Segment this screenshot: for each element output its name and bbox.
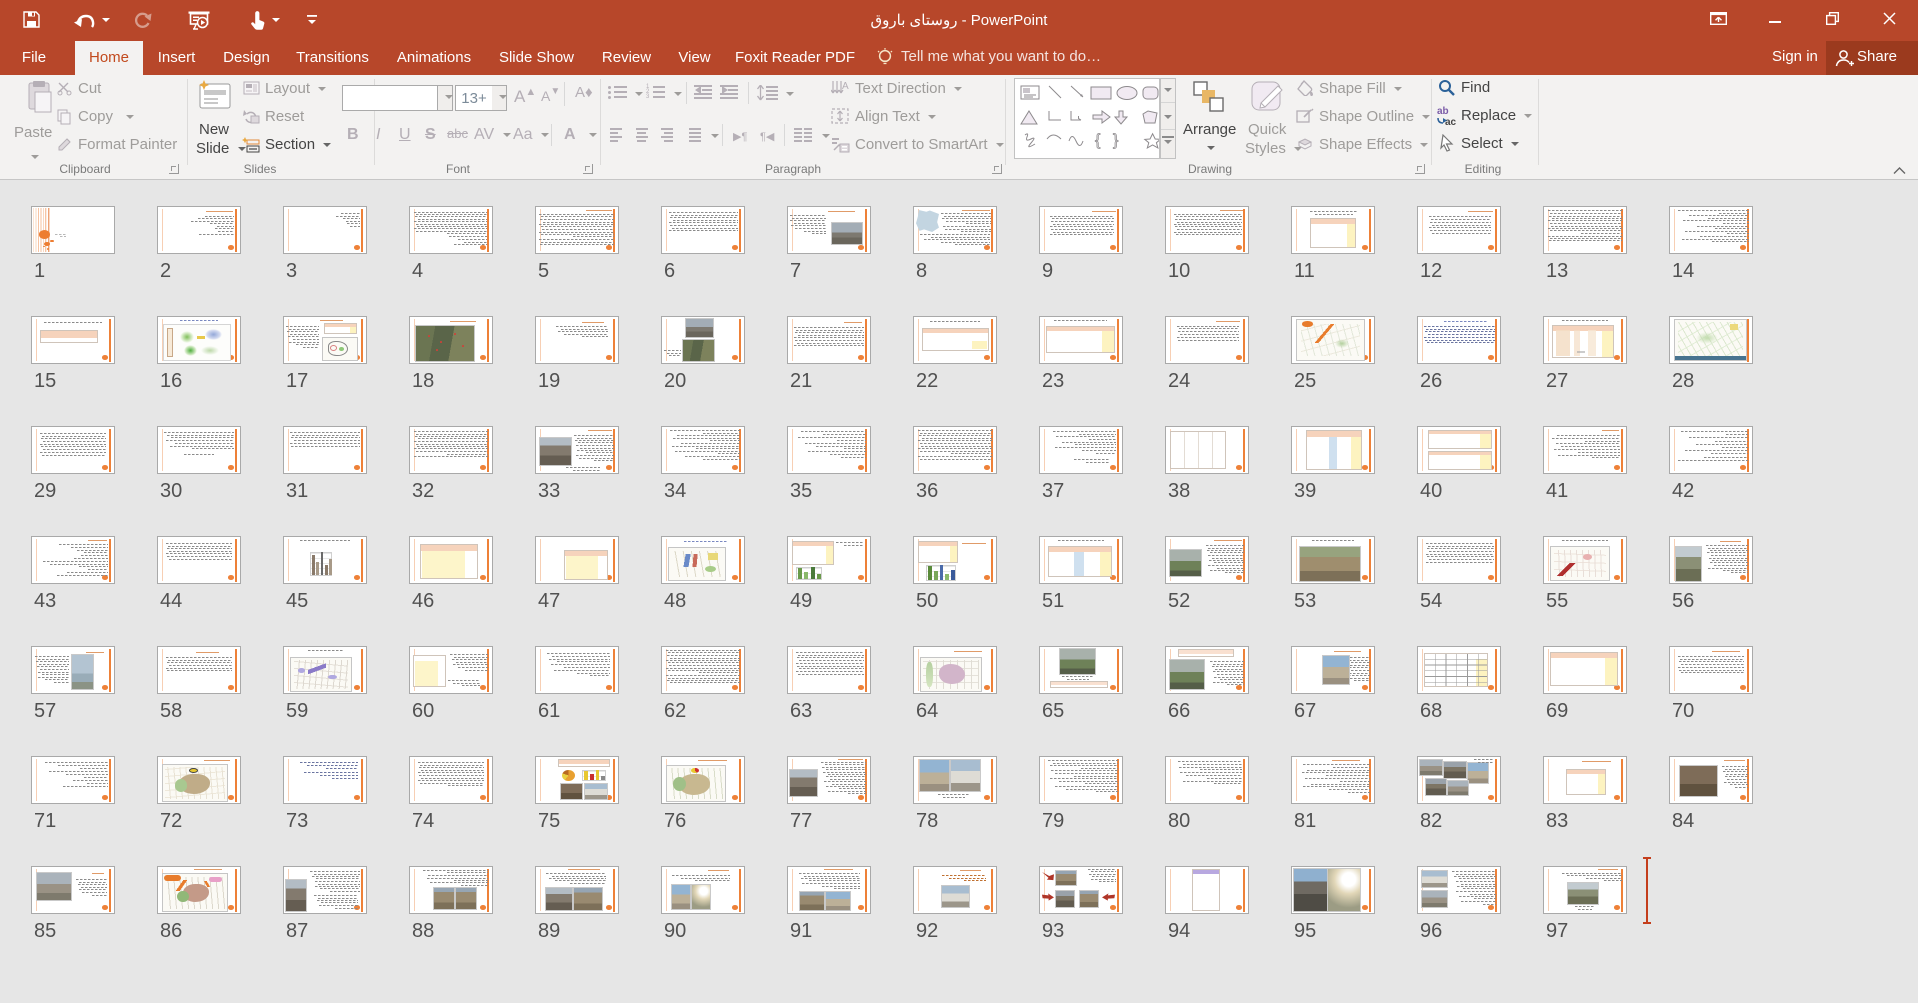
svg-text:}: } <box>1113 132 1119 149</box>
svg-text:{: { <box>1095 132 1101 149</box>
svg-text:ab: ab <box>1437 106 1449 117</box>
svg-text:A: A <box>842 81 849 92</box>
svg-text:ac: ac <box>1445 117 1457 126</box>
